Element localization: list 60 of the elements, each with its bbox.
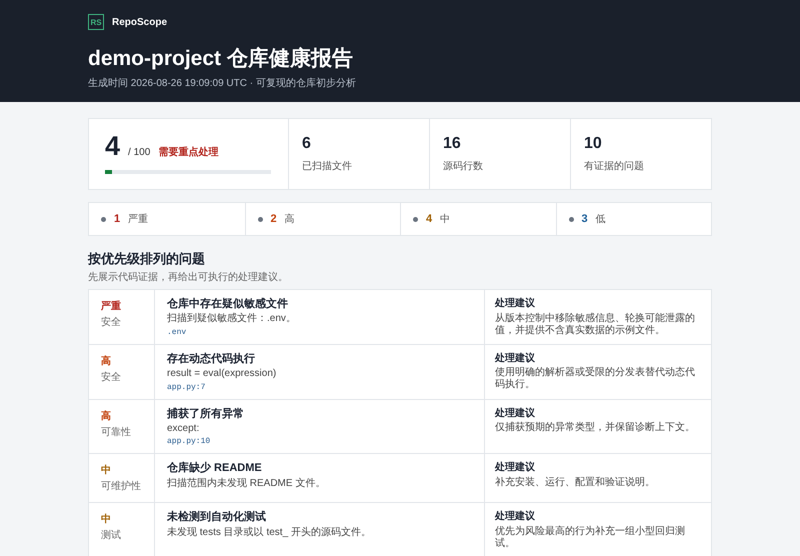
issue-category: 可维护性: [101, 480, 142, 494]
severity-tag: 高: [101, 408, 142, 423]
file-location: app.py:7: [167, 382, 206, 392]
severity-count: 3: [582, 213, 588, 225]
brand-name: RepoScope: [112, 16, 168, 28]
logo-icon: RS: [88, 14, 104, 30]
advice-text: 仅捕获预期的异常类型，并保留诊断上下文。: [495, 422, 696, 434]
issue-title: 未检测到自动化测试: [167, 510, 267, 525]
issue-category: 安全: [101, 370, 122, 384]
page-subtitle: 生成时间 2026-08-26 19:09:09 UTC · 可复现的仓库初步分析: [88, 76, 357, 90]
advice-text: 使用明确的解析器或受限的分发表替代动态代码执行。: [495, 367, 696, 392]
status-dot: [258, 216, 262, 222]
severity-count: 1: [114, 213, 120, 225]
section-title: 按优先级排列的问题: [88, 250, 206, 268]
status-dot: [568, 216, 574, 222]
advice-text: 优先为风险最高的行为补充一组小型回归测试。: [495, 526, 686, 550]
stat-label: 已扫描文件: [302, 160, 353, 173]
issue-category: 测试: [101, 528, 122, 542]
issue-title: 捕获了所有异常: [167, 406, 245, 421]
score-max: / 100: [128, 147, 150, 158]
issue-evidence: 未发现 tests 目录或以 test_ 开头的源码文件。: [167, 526, 372, 540]
page-title: demo-project 仓库健康报告: [88, 46, 354, 72]
advice-label: 处理建议: [495, 352, 536, 366]
issue-evidence: 扫描范围内未发现 README 文件。: [167, 478, 326, 490]
severity-count: 2: [270, 213, 277, 225]
issue-category: 可靠性: [101, 426, 132, 439]
issue-evidence: result = eval(expression): [167, 368, 278, 381]
severity-label: 高: [284, 212, 295, 226]
severity-tag: 高: [101, 354, 142, 368]
advice-label: 处理建议: [495, 298, 536, 310]
issue-title: 仓库中存在疑似敏感文件: [167, 297, 289, 312]
issue-title: 存在动态代码执行: [167, 352, 256, 366]
status-dot: [101, 216, 106, 222]
issue-category: 安全: [101, 316, 122, 329]
section-subtitle: 先展示代码证据，再给出可执行的处理建议。: [88, 270, 289, 284]
file-location: app.py:10: [167, 437, 212, 446]
advice-text: 补充安装、运行、配置和验证说明。: [495, 476, 656, 489]
stat-label: 有证据的问题: [584, 160, 645, 173]
stat-label: 源码行数: [443, 160, 484, 173]
status-dot: [413, 216, 418, 222]
advice-label: 处理建议: [495, 511, 536, 524]
stat-value: 6: [302, 135, 312, 153]
advice-label: 处理建议: [495, 408, 536, 420]
severity-tag: 严重: [101, 299, 142, 313]
advice-label: 处理建议: [495, 462, 536, 475]
severity-label: 中: [440, 212, 450, 226]
issue-title: 仓库缺少 README: [167, 461, 263, 476]
file-location: .env: [167, 328, 188, 337]
severity-tag: 中: [101, 512, 142, 526]
severity-tag: 中: [101, 463, 142, 478]
score-verdict: 需要重点处理: [158, 146, 218, 159]
advice-text: 从版本控制中移除敏感信息、轮换可能泄露的值，并提供不含真实数据的示例文件。: [495, 312, 696, 336]
issue-evidence: except:: [167, 422, 200, 436]
severity-label: 低: [596, 213, 606, 226]
severity-label: 严重: [128, 212, 148, 226]
stat-value: 16: [443, 135, 462, 153]
stat-value: 10: [584, 135, 603, 153]
score-value: 4: [105, 131, 120, 162]
severity-count: 4: [426, 213, 432, 225]
issue-evidence: 扫描到疑似敏感文件：.env。: [167, 313, 297, 326]
